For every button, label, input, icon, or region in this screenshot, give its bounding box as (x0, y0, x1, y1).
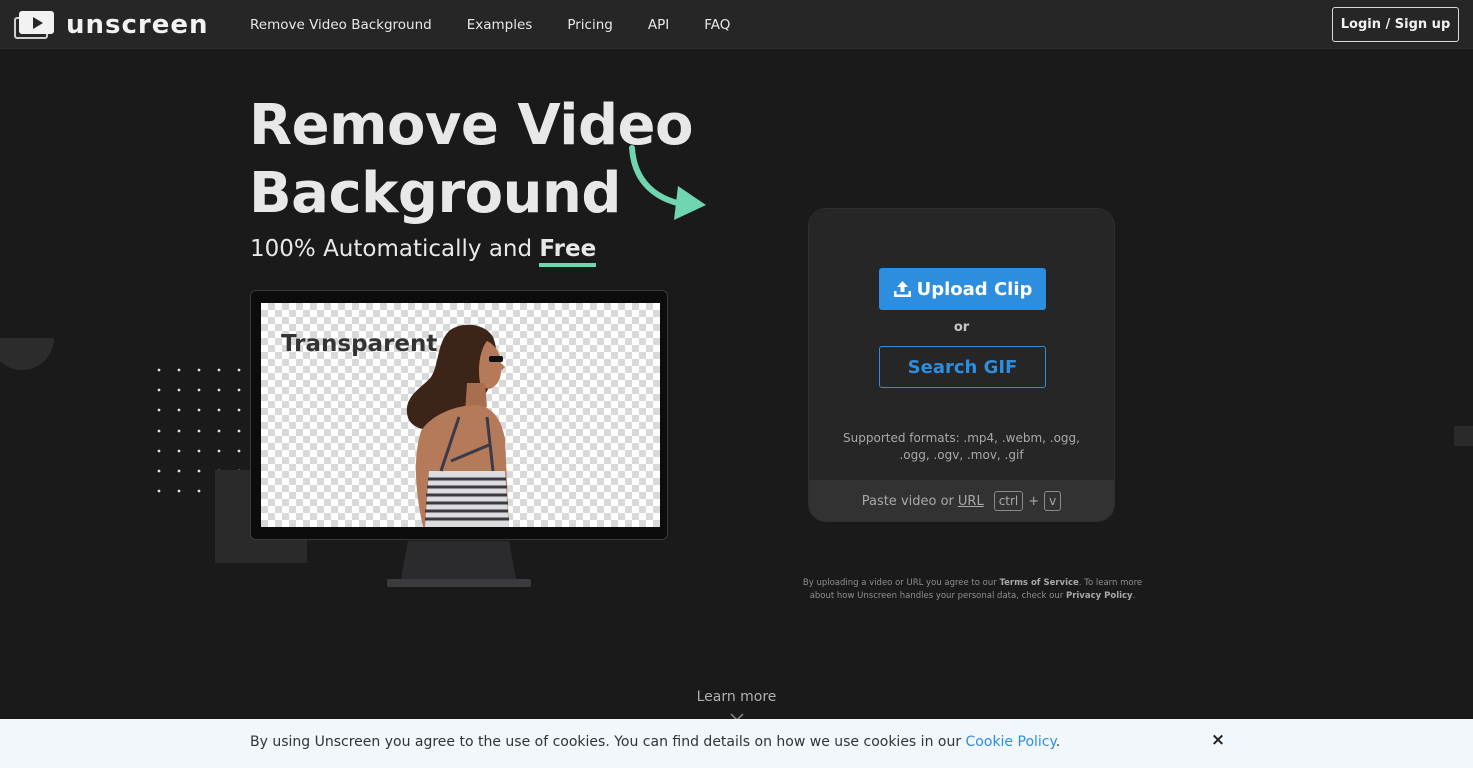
woman-cutout-image (406, 324, 509, 527)
logo-text: unscreen (66, 10, 209, 40)
cookie-text: By using Unscreen you agree to the use o… (250, 734, 966, 750)
hero-subtitle-free: Free (539, 236, 597, 267)
upload-clip-button[interactable]: Upload Clip (879, 268, 1046, 310)
cookie-banner: By using Unscreen you agree to the use o… (0, 719, 1473, 768)
play-screen-icon (14, 11, 54, 39)
nav-item-pricing[interactable]: Pricing (567, 17, 613, 33)
learn-more-link[interactable]: Learn more (0, 689, 1473, 705)
paste-url-bar[interactable]: Paste video or URL ctrl + v (809, 480, 1114, 521)
nav-item-remove-video-background[interactable]: Remove Video Background (250, 17, 432, 33)
upload-clip-label: Upload Clip (916, 278, 1033, 300)
decorative-half-circle (0, 338, 54, 370)
privacy-policy-link[interactable]: Privacy Policy (1066, 591, 1133, 601)
logo[interactable]: unscreen (14, 11, 209, 39)
hero-title-line-2: Background (249, 161, 621, 226)
demo-monitor: Transparent (250, 290, 668, 540)
cookie-policy-link[interactable]: Cookie Policy (966, 734, 1056, 750)
supported-formats-text: Supported formats: .mp4, .webm, .ogg, .o… (843, 431, 1080, 462)
or-separator: or (953, 320, 970, 335)
ctrl-key: ctrl (993, 491, 1024, 511)
login-signup-button[interactable]: Login / Sign up (1332, 7, 1459, 42)
monitor-base (387, 579, 531, 587)
site-header: unscreen Remove Video Background Example… (0, 0, 1473, 49)
demo-screen: Transparent (261, 303, 660, 527)
terms-suffix: . (1132, 591, 1136, 601)
cookie-suffix: . (1055, 734, 1061, 750)
terms-prefix: By uploading a video or URL you agree to… (802, 578, 1000, 588)
plus-sign: + (1028, 493, 1040, 509)
close-icon[interactable]: × (1210, 731, 1226, 749)
nav-item-examples[interactable]: Examples (467, 17, 533, 33)
paste-label: Paste video or (861, 493, 954, 509)
upload-icon (893, 281, 911, 297)
nav-item-api[interactable]: API (648, 17, 669, 33)
nav-item-faq[interactable]: FAQ (704, 17, 730, 33)
monitor-stand (401, 541, 516, 579)
cookie-message: By using Unscreen you agree to the use o… (250, 734, 1060, 750)
v-key: v (1044, 491, 1062, 511)
terms-notice: By uploading a video or URL you agree to… (800, 577, 1145, 603)
hero-subtitle-text: 100% Automatically and (250, 236, 540, 262)
side-feedback-tab[interactable] (1454, 426, 1473, 446)
main-nav: Remove Video Background Examples Pricing… (250, 0, 765, 49)
paste-url-link[interactable]: URL (958, 494, 984, 509)
upload-card: Upload Clip or Search GIF Supported form… (808, 208, 1115, 522)
curved-arrow-icon (629, 145, 706, 220)
hero-subtitle: 100% Automatically and Free (250, 236, 597, 267)
search-gif-button[interactable]: Search GIF (879, 346, 1046, 388)
terms-of-service-link[interactable]: Terms of Service (999, 578, 1078, 588)
